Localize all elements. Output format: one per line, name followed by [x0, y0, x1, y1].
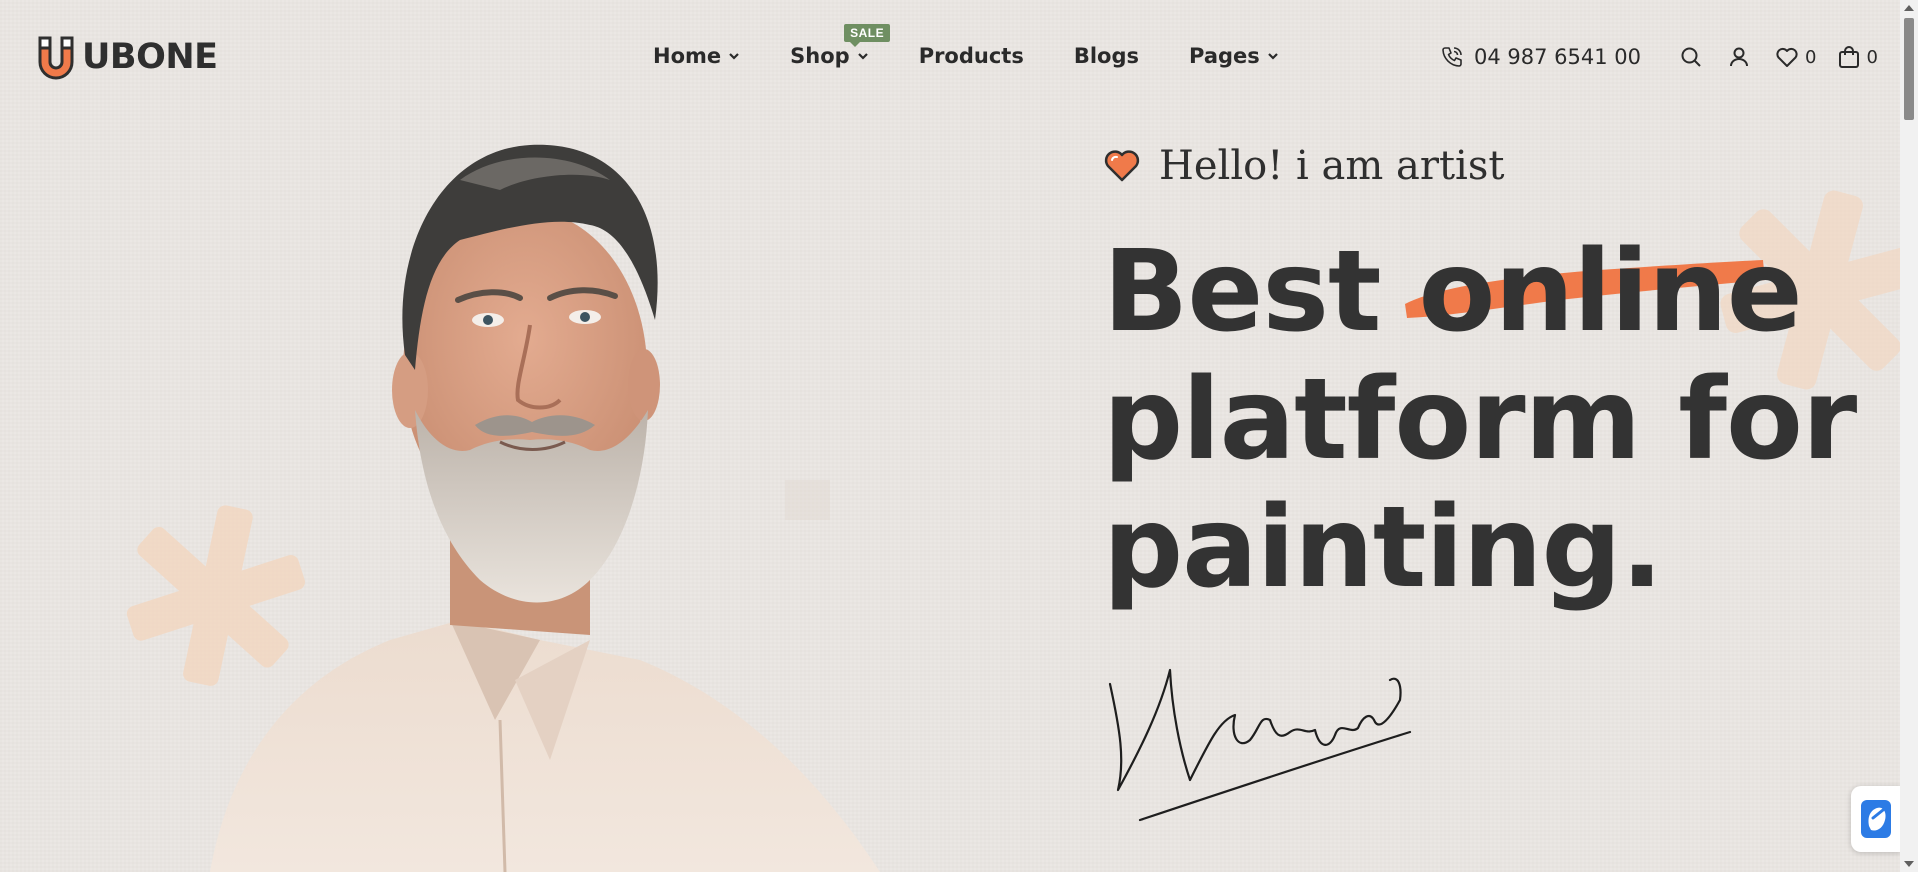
- nav-item-label: Shop: [790, 44, 850, 68]
- nav-item-label: Blogs: [1073, 44, 1140, 68]
- nav-item-label: Pages: [1189, 44, 1260, 68]
- sale-badge: SALE: [844, 24, 891, 47]
- hero-headline: Best online platform for painting.: [1103, 228, 1903, 612]
- scroll-up-arrow-icon[interactable]: [1904, 5, 1914, 11]
- highlighted-word: online: [1404, 227, 1803, 357]
- site-header: UBONE Home SALE Shop Products Blogs Page…: [0, 0, 1900, 115]
- main-nav: Home SALE Shop Products Blogs Pages: [653, 24, 1329, 68]
- nav-item-shop[interactable]: SALE Shop: [790, 24, 891, 68]
- hand-icon: [1861, 800, 1891, 838]
- search-icon: [1681, 47, 1701, 67]
- nav-item-home[interactable]: Home: [653, 44, 740, 68]
- phone-icon: [1442, 47, 1462, 67]
- wishlist-count: 0: [1805, 46, 1817, 68]
- scroll-thumb[interactable]: [1904, 18, 1914, 120]
- greeting-text: Hello! i am artist: [1159, 143, 1505, 189]
- page-scrollbar[interactable]: [1900, 0, 1918, 872]
- cart-count: 0: [1866, 46, 1878, 68]
- wishlist-button[interactable]: 0: [1775, 46, 1816, 68]
- cart-button[interactable]: 0: [1838, 45, 1878, 69]
- nav-item-label: Home: [653, 44, 722, 68]
- accessibility-widget-button[interactable]: [1851, 786, 1901, 852]
- nav-item-blogs[interactable]: Blogs: [1074, 44, 1139, 68]
- headline-line-2: platform for: [1103, 355, 1857, 485]
- account-button[interactable]: [1727, 44, 1753, 70]
- heart-icon: [1776, 47, 1798, 67]
- search-button[interactable]: [1679, 44, 1705, 70]
- headline-line-1: Best online: [1103, 228, 1903, 356]
- chevron-down-icon: [1268, 53, 1278, 60]
- highlighted-word-text: online: [1418, 227, 1803, 357]
- headline-word: Best: [1103, 227, 1382, 357]
- heart-icon: [1104, 150, 1140, 182]
- header-tools: 04 987 6541 00 0 0: [1440, 44, 1900, 70]
- nav-item-pages[interactable]: Pages: [1189, 44, 1279, 68]
- phone-number: 04 987 6541 00: [1474, 45, 1641, 69]
- artist-signature: [1108, 668, 1412, 822]
- user-icon: [1730, 47, 1748, 67]
- shopping-bag-icon: [1839, 46, 1860, 68]
- logo-mark-icon: [38, 36, 74, 80]
- brand-logo[interactable]: UBONE: [36, 34, 218, 80]
- artist-portrait-image: [210, 144, 880, 872]
- page: UBONE Home SALE Shop Products Blogs Page…: [0, 0, 1918, 872]
- nav-item-label: Products: [918, 44, 1024, 68]
- greeting: Hello! i am artist: [1103, 143, 1504, 189]
- headline-line-3: painting.: [1103, 483, 1663, 613]
- brand-name: UBONE: [82, 37, 218, 77]
- nav-item-products[interactable]: Products: [919, 44, 1024, 68]
- chevron-down-icon: [857, 53, 868, 60]
- chevron-down-icon: [729, 53, 739, 60]
- phone-link[interactable]: 04 987 6541 00: [1440, 45, 1641, 69]
- scroll-down-arrow-icon[interactable]: [1904, 861, 1914, 867]
